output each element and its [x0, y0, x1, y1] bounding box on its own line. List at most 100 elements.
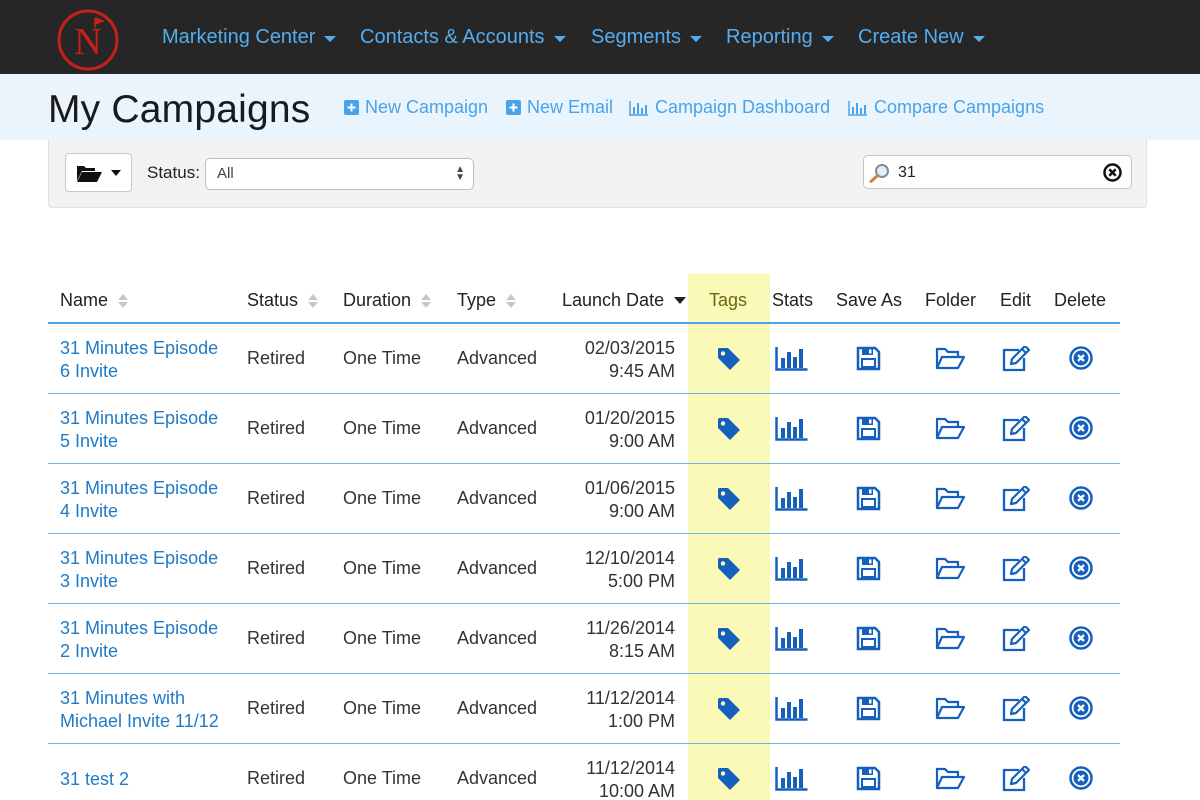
- edit-icon[interactable]: [1001, 486, 1030, 512]
- tag-icon[interactable]: [716, 346, 742, 372]
- sort-icon: [421, 293, 432, 308]
- delete-icon[interactable]: [1069, 346, 1093, 370]
- folder-open-icon[interactable]: [935, 346, 966, 371]
- campaign-type: Advanced: [457, 768, 538, 788]
- table-row: 31 Minutes Episode 4 Invite Retired One T…: [48, 464, 1120, 534]
- table-row: 31 Minutes Episode 2 Invite Retired One T…: [48, 604, 1120, 674]
- col-header-status[interactable]: Status: [247, 290, 319, 311]
- sort-desc-icon: [674, 297, 687, 304]
- bar-chart-icon[interactable]: [775, 346, 808, 372]
- table-row: 31 Minutes Episode 3 Invite Retired One T…: [48, 534, 1120, 604]
- folder-open-icon[interactable]: [935, 556, 966, 581]
- folder-dropdown-button[interactable]: [65, 153, 132, 192]
- edit-icon[interactable]: [1001, 346, 1030, 372]
- tag-icon[interactable]: [716, 486, 742, 512]
- bar-chart-icon[interactable]: [775, 766, 808, 792]
- nav-contacts-accounts[interactable]: Contacts & Accounts: [360, 26, 566, 49]
- campaign-name-link[interactable]: 31 Minutes Episode 3 Invite: [60, 547, 240, 593]
- search-input[interactable]: 31: [863, 155, 1132, 189]
- save-icon[interactable]: [856, 416, 881, 441]
- new-email-label: New Email: [527, 97, 614, 117]
- tag-icon[interactable]: [716, 696, 742, 722]
- edit-icon[interactable]: [1001, 626, 1030, 652]
- campaign-dashboard-link[interactable]: Campaign Dashboard: [629, 97, 830, 118]
- delete-icon[interactable]: [1069, 486, 1093, 510]
- delete-icon[interactable]: [1069, 696, 1093, 720]
- col-header-tags: Tags: [709, 290, 747, 311]
- campaign-duration: One Time: [343, 348, 422, 368]
- launch-date-time: 9:00 AM: [608, 501, 675, 521]
- col-header-type[interactable]: Type: [457, 290, 517, 311]
- campaign-duration: One Time: [343, 698, 422, 718]
- folder-open-icon[interactable]: [935, 486, 966, 511]
- folder-open-icon[interactable]: [935, 766, 966, 791]
- save-icon[interactable]: [856, 486, 881, 511]
- col-label: Stats: [772, 290, 814, 310]
- tag-icon[interactable]: [716, 626, 742, 652]
- campaign-type: Advanced: [457, 488, 538, 508]
- status-select[interactable]: All ▲ ▼: [205, 158, 474, 190]
- launch-date-time: 10:00 AM: [598, 781, 675, 800]
- edit-icon[interactable]: [1001, 696, 1030, 722]
- save-icon[interactable]: [856, 556, 881, 581]
- folder-open-icon[interactable]: [935, 696, 966, 721]
- campaign-name-link[interactable]: 31 test 2: [60, 768, 240, 791]
- table-row: 31 Minutes Episode 5 Invite Retired One T…: [48, 394, 1120, 464]
- tag-icon[interactable]: [716, 766, 742, 792]
- delete-icon[interactable]: [1069, 766, 1093, 790]
- logo-letter: N: [74, 21, 101, 63]
- logo-icon[interactable]: N: [55, 8, 122, 72]
- launch-date-time: 1:00 PM: [607, 711, 675, 731]
- campaign-name-link[interactable]: 31 Minutes with Michael Invite 11/12: [60, 687, 240, 733]
- compare-campaigns-link[interactable]: Compare Campaigns: [848, 97, 1044, 118]
- table-row: 31 test 2 Retired One Time Advanced 11/1…: [48, 744, 1120, 800]
- save-icon[interactable]: [856, 346, 881, 371]
- launch-date-day: 01/20/2015: [584, 408, 675, 428]
- nav-marketing-center[interactable]: Marketing Center: [162, 26, 337, 49]
- delete-icon[interactable]: [1069, 626, 1093, 650]
- edit-icon[interactable]: [1001, 416, 1030, 442]
- campaign-name-link[interactable]: 31 Minutes Episode 2 Invite: [60, 617, 240, 663]
- campaign-name-link[interactable]: 31 Minutes Episode 4 Invite: [60, 477, 240, 523]
- nav-segments[interactable]: Segments: [591, 26, 703, 49]
- clear-search-icon[interactable]: [1103, 163, 1122, 182]
- save-icon[interactable]: [856, 696, 881, 721]
- col-label: Delete: [1054, 290, 1107, 310]
- campaign-name-line: 31 Minutes Episode: [60, 618, 219, 638]
- delete-icon[interactable]: [1069, 556, 1093, 580]
- new-campaign-link[interactable]: New Campaign: [344, 97, 488, 118]
- campaign-name-link[interactable]: 31 Minutes Episode 5 Invite: [60, 407, 240, 453]
- save-icon[interactable]: [856, 766, 881, 791]
- folder-open-icon[interactable]: [935, 416, 966, 441]
- save-icon[interactable]: [856, 626, 881, 651]
- campaign-status: Retired: [247, 488, 306, 508]
- bar-chart-icon[interactable]: [775, 556, 808, 582]
- sort-icon: [118, 293, 129, 308]
- col-header-name[interactable]: Name: [60, 290, 129, 311]
- campaign-duration: One Time: [343, 418, 422, 438]
- nav-reporting[interactable]: Reporting: [726, 26, 834, 49]
- edit-icon[interactable]: [1001, 556, 1030, 582]
- bar-chart-icon[interactable]: [775, 486, 808, 512]
- tag-icon[interactable]: [716, 416, 742, 442]
- delete-icon[interactable]: [1069, 416, 1093, 440]
- nav-create-new[interactable]: Create New: [858, 26, 985, 49]
- bar-chart-icon[interactable]: [775, 416, 808, 442]
- campaign-name-line: 6 Invite: [60, 361, 119, 381]
- col-header-duration[interactable]: Duration: [343, 290, 432, 311]
- launch-date: 11/12/2014 10:00 AM: [548, 757, 675, 800]
- bar-chart-icon[interactable]: [775, 696, 808, 722]
- campaign-name-line: 3 Invite: [60, 571, 119, 591]
- campaign-name-line: 31 test 2: [60, 769, 130, 789]
- caret-down-icon: [553, 35, 566, 42]
- campaign-name-link[interactable]: 31 Minutes Episode 6 Invite: [60, 337, 240, 383]
- bar-chart-icon[interactable]: [775, 626, 808, 652]
- tag-icon[interactable]: [716, 556, 742, 582]
- folder-open-icon[interactable]: [935, 626, 966, 651]
- new-email-link[interactable]: New Email: [506, 97, 613, 118]
- nav-label: Create New: [858, 26, 964, 48]
- edit-icon[interactable]: [1001, 766, 1030, 792]
- launch-date-day: 02/03/2015: [584, 338, 675, 358]
- col-header-launch-date[interactable]: Launch Date: [562, 290, 687, 311]
- nav-label: Marketing Center: [162, 26, 316, 48]
